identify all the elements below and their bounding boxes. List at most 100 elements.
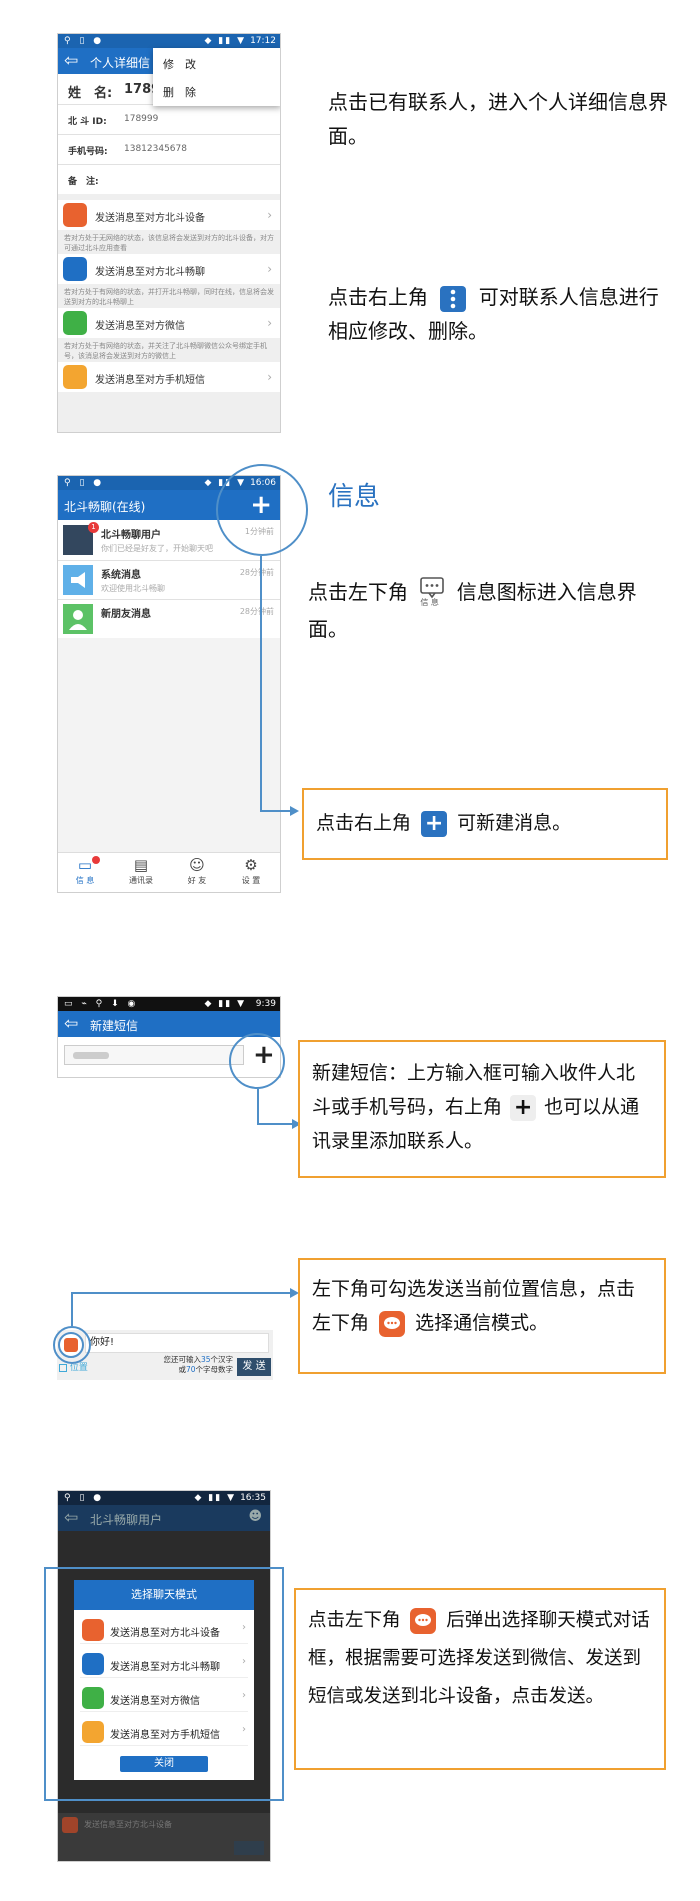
- compose-hint: 发送信息至对方北斗设备: [84, 1820, 172, 1829]
- page-title: 新建短信: [90, 1019, 139, 1033]
- option-sms[interactable]: 发送消息至对方手机短信 ›: [58, 362, 280, 392]
- option-label: 发送消息至对方微信: [95, 321, 185, 332]
- chevron-right-icon: ›: [242, 1690, 246, 1701]
- message-input[interactable]: 你好!: [85, 1333, 269, 1353]
- wechat-icon: [63, 311, 87, 335]
- chevron-right-icon: ›: [267, 262, 272, 276]
- section-heading-messages: 信息: [328, 482, 381, 512]
- chevron-right-icon: ›: [242, 1656, 246, 1667]
- page-title: 个人详细信: [90, 56, 151, 70]
- dialog-option-beidou-chat[interactable]: 发送消息至对方北斗畅聊 ›: [80, 1650, 248, 1678]
- caption-messages: 点击左下角 信 息 信息图标进入信息界面。: [308, 575, 648, 646]
- megaphone-icon: [63, 565, 93, 595]
- chat-bubble-icon: [63, 257, 87, 281]
- chevron-right-icon: ›: [267, 316, 272, 330]
- highlight-circle: [229, 1033, 285, 1089]
- new-friend-icon: [63, 604, 93, 634]
- name-label: 姓 名:: [68, 86, 113, 101]
- tab-contacts[interactable]: ▤ 通讯录: [124, 855, 158, 886]
- option-wechat[interactable]: 发送消息至对方微信 ›: [58, 308, 280, 338]
- option-label: 发送消息至对方北斗设备: [95, 213, 205, 224]
- contact-detail-screen: ⚲ ▯ ● ◆ ▮▮ ▼ 17:12 ⇦ 个人详细信 修 改 删 除 姓 名: 1…: [57, 33, 281, 433]
- send-button[interactable]: [234, 1841, 264, 1855]
- dialog-option-sms[interactable]: 发送消息至对方手机短信 ›: [80, 1718, 248, 1746]
- message-item[interactable]: 新朋友消息 28分钟前: [58, 600, 280, 638]
- back-arrow-icon[interactable]: ⇦: [64, 1014, 78, 1034]
- chevron-right-icon: ›: [267, 208, 272, 222]
- option-note: 若对方处于无网络的状态，该信息将会发送到对方的北斗设备，对方可通过北斗应用查看: [64, 234, 274, 252]
- caption-contact-detail: 点击已有联系人，进入个人详细信息界面。: [328, 90, 668, 148]
- recipient-input[interactable]: [64, 1045, 244, 1065]
- message-name: 系统消息: [101, 570, 141, 581]
- message-icon: 信 息: [418, 576, 446, 612]
- tab-settings[interactable]: ⚙ 设 置: [236, 855, 266, 886]
- chevron-right-icon: ›: [242, 1724, 246, 1735]
- send-button[interactable]: 发 送: [237, 1358, 271, 1376]
- tip-chat-mode: 点击左下角 后弹出选择聊天模式对话框，根据需要可选择发送到微信、发送到短信或发送…: [294, 1588, 666, 1770]
- option-label: 发送消息至对方北斗畅聊: [95, 267, 205, 278]
- more-vertical-icon: [440, 285, 467, 312]
- page-title: 北斗畅聊(在线): [64, 500, 146, 514]
- chat-bubble-icon: [62, 1817, 78, 1833]
- bottom-tab-bar: ▭ 信 息 ▤ 通讯录 ☺ 好 友 ⚙ 设 置: [58, 852, 280, 892]
- contacts-icon: ▤: [133, 856, 149, 874]
- dialog-option-wechat[interactable]: 发送消息至对方微信 ›: [80, 1684, 248, 1712]
- chevron-right-icon: ›: [267, 370, 272, 384]
- menu-item-edit[interactable]: 修 改: [163, 56, 196, 72]
- highlight-circle: [216, 464, 308, 556]
- chat-bubble-icon: [82, 1653, 104, 1675]
- dialog-title: 选择聊天模式: [74, 1580, 254, 1610]
- unread-badge: 1: [88, 522, 99, 533]
- gear-icon: ⚙: [244, 856, 258, 874]
- overflow-menu: 修 改 删 除: [153, 48, 280, 106]
- status-time: 9:39: [255, 999, 276, 1009]
- back-arrow-icon[interactable]: ⇦: [64, 51, 78, 71]
- profile-icon[interactable]: ☻: [248, 1509, 262, 1524]
- dialog-option-beidou-device[interactable]: 发送消息至对方北斗设备 ›: [80, 1616, 248, 1644]
- status-time: 16:35: [240, 1493, 266, 1503]
- app-bar: ⇦ 新建短信: [58, 1011, 280, 1037]
- remark-row: 备 注:: [58, 165, 280, 194]
- beidou-id-value: 178999: [124, 114, 159, 124]
- phone-label: 手机号码:: [68, 147, 108, 157]
- beidou-id-label: 北 斗 ID:: [68, 117, 107, 127]
- checkbox-icon: [59, 1363, 67, 1372]
- message-time: 28分钟前: [239, 607, 274, 616]
- tip-new-sms: 新建短信：上方输入框可输入收件人北斗或手机号码，右上角 + 也可以从通讯录里添加…: [298, 1040, 666, 1178]
- chat-bubble-icon: [379, 1310, 406, 1337]
- plus-icon: +: [421, 810, 448, 837]
- phone-value: 13812345678: [124, 144, 187, 154]
- message-name: 北斗畅聊用户: [101, 530, 161, 541]
- tip-mode-select: 左下角可勾选发送当前位置信息，点击左下角 选择通信模式。: [298, 1258, 666, 1374]
- option-beidou-device[interactable]: 发送消息至对方北斗设备 ›: [58, 200, 280, 230]
- envelope-icon: [63, 365, 87, 389]
- chat-bubble-icon: [410, 1608, 437, 1634]
- back-arrow-icon[interactable]: ⇦: [64, 1508, 78, 1528]
- tab-messages[interactable]: ▭ 信 息: [70, 855, 100, 886]
- option-note: 若对方处于有网络的状态，并关注了北斗畅聊微信公众号绑定手机号，该消息将会发送到对…: [64, 342, 267, 360]
- friends-icon: ☺: [189, 856, 205, 874]
- caption-edit-delete: 点击右上角 可对联系人信息进行相应修改、删除。: [328, 285, 659, 343]
- status-bar: ▭ ⌁ ⚲ ⬇ ◉ ◆ ▮▮ ▼ 9:39: [58, 997, 280, 1011]
- envelope-icon: [82, 1721, 104, 1743]
- close-button[interactable]: 关闭: [120, 1756, 208, 1772]
- plus-icon: +: [510, 1094, 537, 1121]
- chevron-right-icon: ›: [242, 1622, 246, 1633]
- wechat-icon: [82, 1687, 104, 1709]
- status-time: 17:12: [250, 36, 276, 46]
- phone-row: 手机号码: 13812345678: [58, 135, 280, 164]
- app-bar: ⇦ 北斗畅聊用户 ☻: [58, 1505, 270, 1531]
- menu-item-delete[interactable]: 删 除: [163, 84, 196, 100]
- message-time: 28分钟前: [239, 568, 274, 577]
- compose-area: 发送信息至对方北斗设备: [58, 1813, 270, 1861]
- beidou-id-row: 北 斗 ID: 178999: [58, 105, 280, 134]
- message-preview: 欢迎使用北斗畅聊: [101, 584, 165, 593]
- tab-friends[interactable]: ☺ 好 友: [182, 855, 212, 886]
- highlight-circle: [53, 1326, 91, 1364]
- tip-new-message: 点击右上角 + 可新建消息。: [302, 788, 668, 860]
- message-item[interactable]: 系统消息 欢迎使用北斗畅聊 28分钟前: [58, 561, 280, 599]
- chat-mode-dialog: 选择聊天模式 发送消息至对方北斗设备 › 发送消息至对方北斗畅聊 › 发送消息至…: [74, 1580, 254, 1780]
- message-name: 新朋友消息: [101, 609, 151, 620]
- remark-label: 备 注:: [68, 177, 99, 187]
- option-beidou-chat[interactable]: 发送消息至对方北斗畅聊 ›: [58, 254, 280, 284]
